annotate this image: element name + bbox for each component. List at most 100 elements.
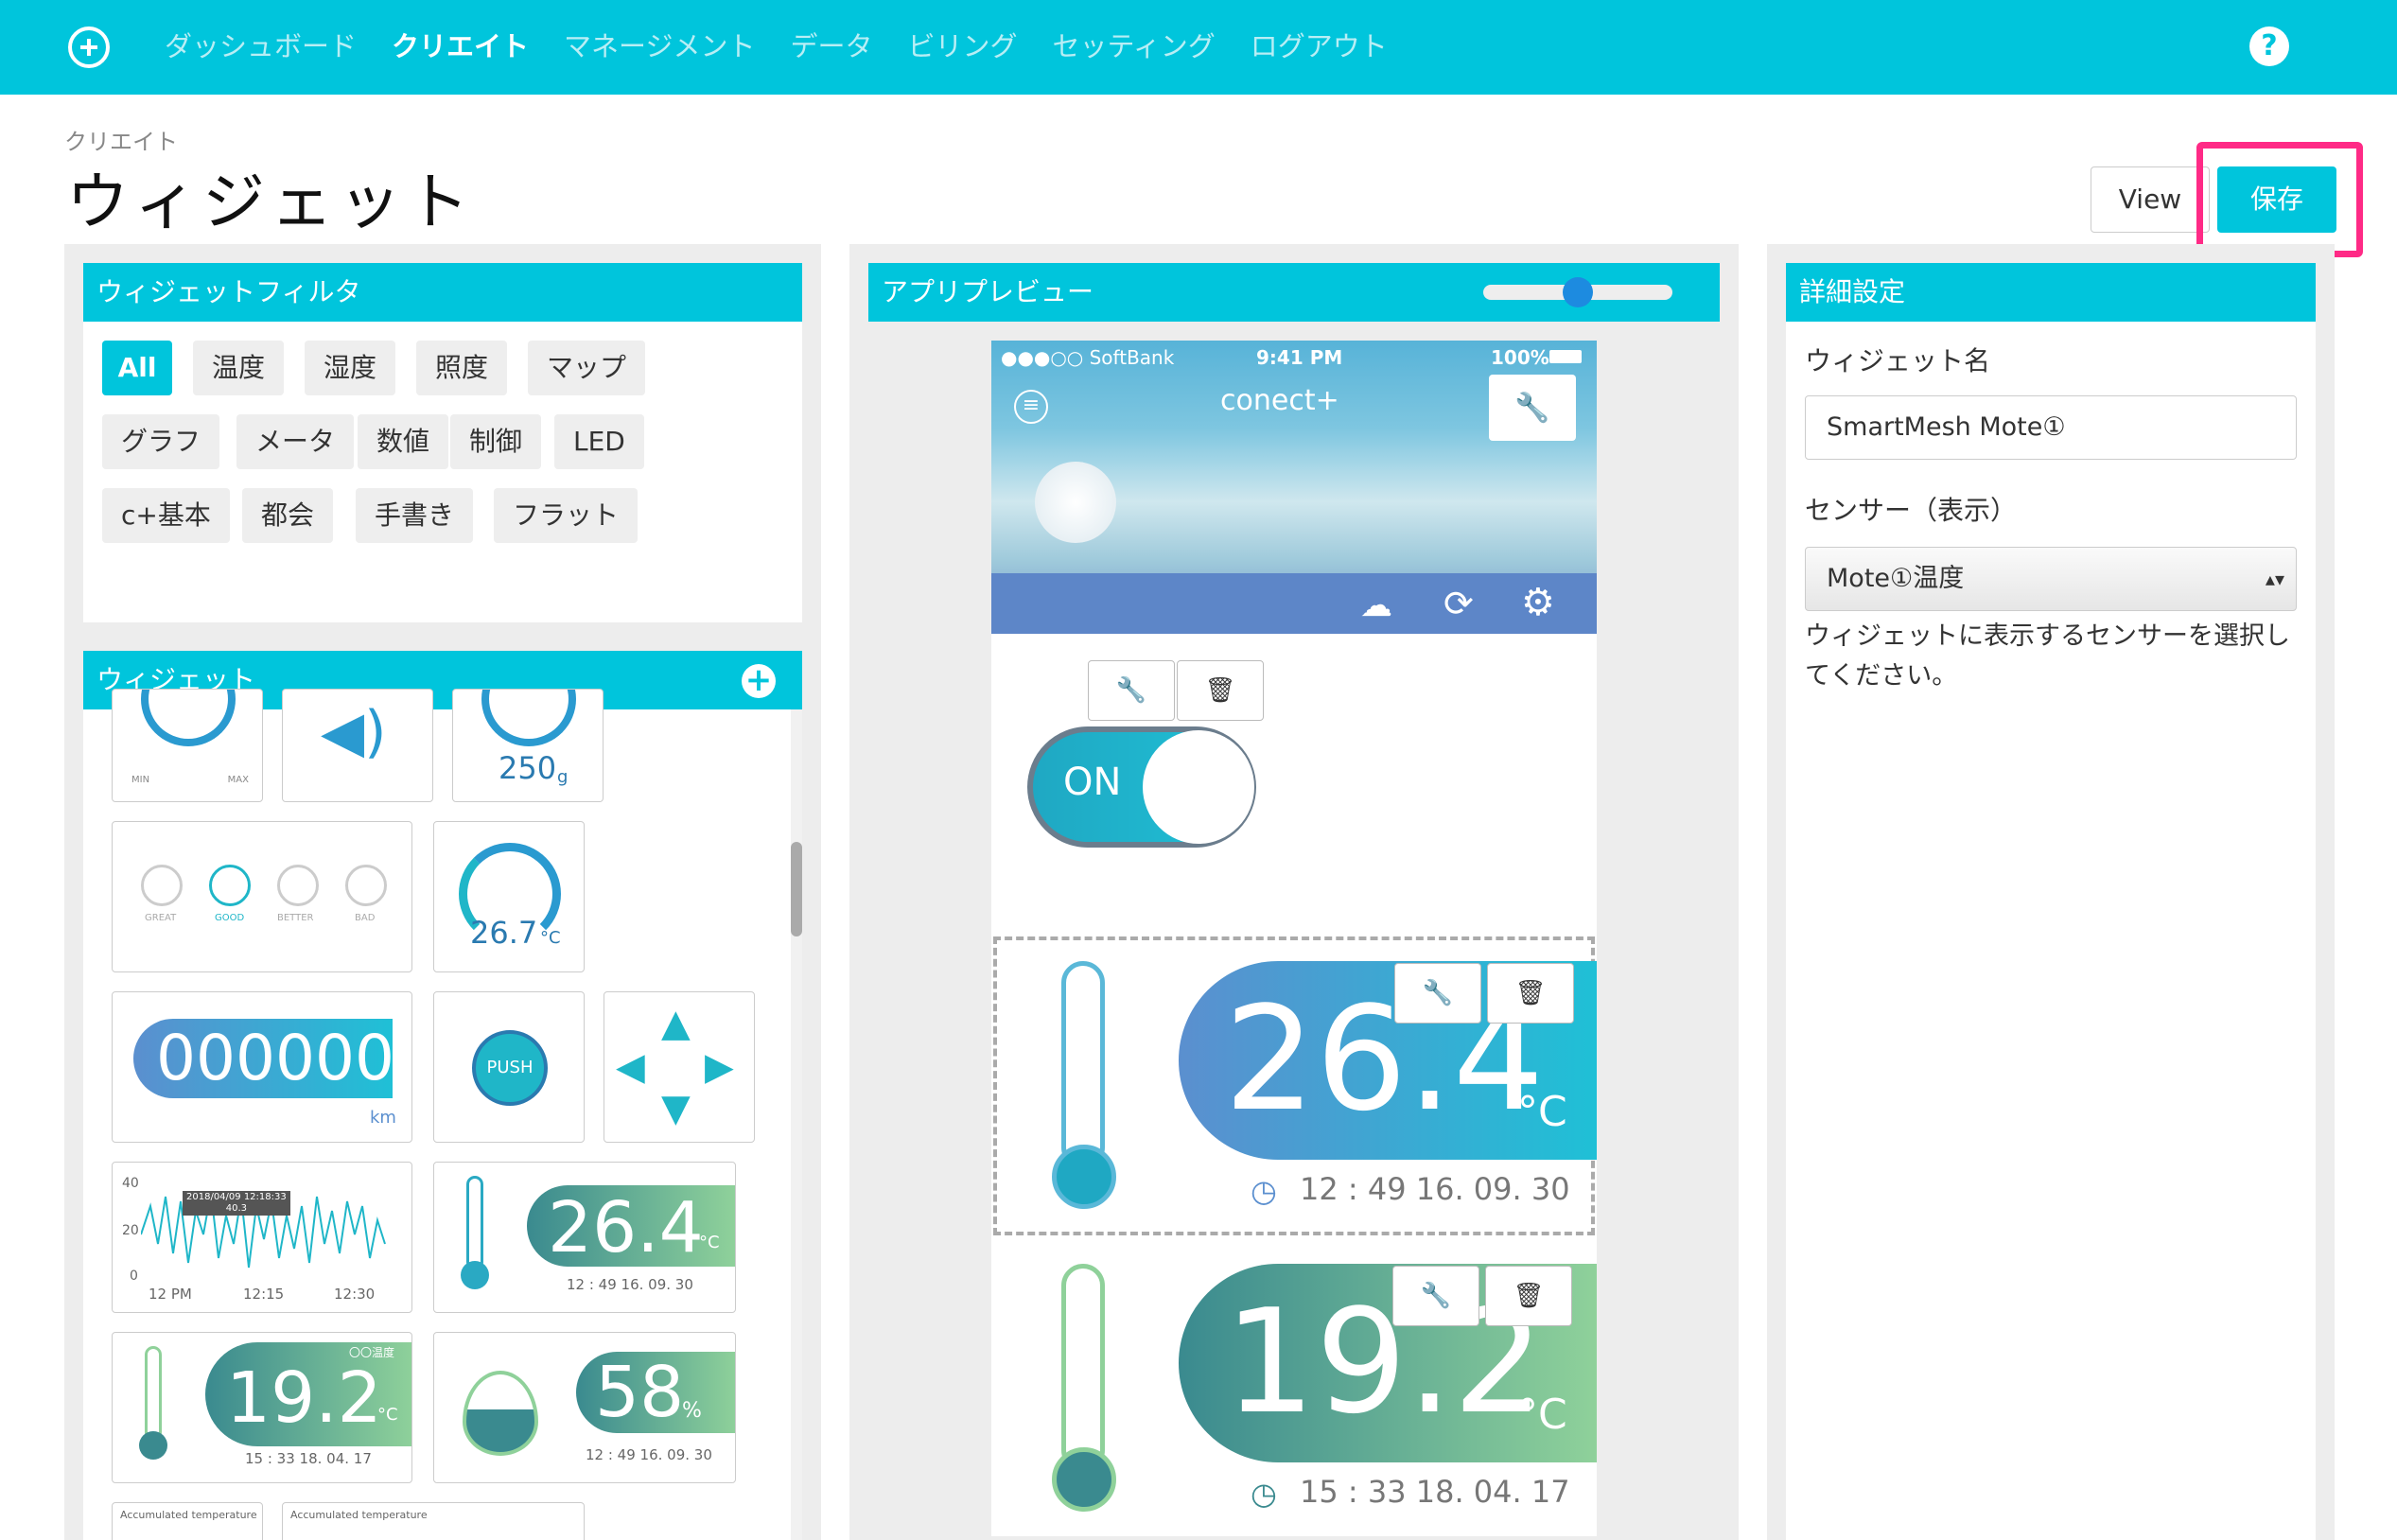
nav-data[interactable]: データ [790, 25, 872, 64]
filter-chip[interactable]: 温度 [193, 341, 285, 395]
header-toolbar [991, 573, 1597, 634]
weight-unit: g [557, 767, 569, 787]
sensor-select-value: Mote①温度 [1827, 564, 1965, 593]
widget-tile-humidity[interactable]: 58 % 12 : 49 16. 09. 30 [433, 1332, 736, 1483]
face-label: GREAT [145, 913, 177, 923]
filter-chip-all[interactable]: All [102, 341, 172, 395]
widget-gallery: ウィジェット + MIN MAX ◀) 250 g GREAT GOOD BET… [83, 651, 802, 1540]
view-button[interactable]: View [2091, 166, 2210, 233]
widget-tile-temp1[interactable]: 26.4 °C 12 : 49 16. 09. 30 [433, 1162, 736, 1313]
trash-icon[interactable]: 🗑 [1485, 1266, 1572, 1326]
widget-tile-counter[interactable]: 000000 km [112, 991, 412, 1143]
filter-chip[interactable]: c+基本 [102, 488, 230, 543]
graph-y-tick: 0 [130, 1269, 138, 1284]
nav-create[interactable]: クリエイト [392, 25, 529, 64]
good-face-icon [209, 865, 251, 906]
widget-tile-temp2[interactable]: 〇〇温度 19.2 °C 15 : 33 18. 04. 17 [112, 1332, 412, 1483]
cloud-upload-icon[interactable]: ☁ [1360, 586, 1392, 624]
wrench-icon[interactable]: 🔧 [1088, 660, 1175, 721]
widget-tile-dpad[interactable]: ▲ ▼ ◀ ▶ [604, 991, 755, 1143]
filter-chip[interactable]: 制御 [450, 414, 542, 469]
help-icon[interactable]: ? [2249, 26, 2289, 66]
trash-icon[interactable]: 🗑 [1177, 660, 1264, 721]
gallery-scrollbar[interactable] [791, 709, 802, 1540]
sensor-select[interactable]: Mote①温度 ▴▾ [1805, 547, 2297, 611]
filter-chip[interactable]: LED [554, 414, 644, 469]
big-temp-time: 15 : 33 18. 04. 17 [1300, 1474, 1570, 1510]
filter-chip[interactable]: 照度 [416, 341, 508, 395]
select-arrows-icon: ▴▾ [2265, 568, 2284, 590]
status-battery: 100% [1491, 346, 1549, 369]
wrench-icon[interactable]: 🔧 [1392, 1266, 1479, 1326]
gallery-scroll-thumb[interactable] [791, 842, 802, 936]
wrench-icon[interactable]: 🔧 [1394, 963, 1481, 1024]
great-face-icon [141, 865, 183, 906]
zoom-slider-thumb[interactable] [1563, 277, 1593, 307]
on-off-toggle[interactable]: ON [1027, 726, 1256, 848]
filter-chip[interactable]: マップ [528, 341, 646, 395]
filter-chip[interactable]: メータ [236, 414, 355, 469]
accumulated-label: Accumulated temperature [120, 1509, 257, 1521]
widget-tile-accumulated[interactable]: Accumulated temperature [112, 1502, 263, 1540]
humidity-unit: % [682, 1399, 702, 1423]
status-carrier: ●●●○○ SoftBank [1001, 346, 1175, 369]
widget-tile-push[interactable]: PUSH [433, 991, 585, 1143]
filter-chip[interactable]: 手書き [356, 488, 474, 543]
graph-y-tick: 20 [122, 1223, 139, 1238]
arrow-down-icon: ▼ [661, 1087, 691, 1130]
widget-tile-faces[interactable]: GREAT GOOD BETTER BAD [112, 821, 412, 972]
preview-header: アプリプレビュー [868, 263, 1720, 322]
temp-time: 12 : 49 16. 09. 30 [567, 1276, 693, 1293]
widget-tile-speaker[interactable]: ◀) [282, 689, 433, 802]
filter-chip[interactable]: 数値 [358, 414, 449, 469]
zoom-slider[interactable] [1483, 277, 1672, 307]
thermometer-icon [466, 1176, 483, 1270]
nav-logout[interactable]: ログアウト [1251, 25, 1388, 64]
gauge-unit: °C [540, 928, 561, 948]
filter-chip[interactable]: 都会 [242, 488, 334, 543]
widget-name-input[interactable]: SmartMesh Mote① [1805, 395, 2297, 460]
save-button[interactable]: 保存 [2217, 166, 2336, 233]
knob-icon [141, 690, 236, 746]
big-temp-unit: °C [1517, 1088, 1567, 1136]
temp-value: 26.4 [548, 1187, 704, 1269]
nav-management[interactable]: マネージメント [564, 25, 755, 64]
widget-tile-accumulated[interactable]: Accumulated temperature [282, 1502, 585, 1540]
filter-panel: ウィジェットフィルタ All 温度 湿度 照度 マップ グラフ メータ 数値 制… [83, 263, 802, 622]
refresh-icon[interactable]: ⟳ [1443, 583, 1474, 624]
nav-settings[interactable]: セッティング [1052, 25, 1215, 64]
filter-chip[interactable]: フラット [494, 488, 639, 543]
filter-chip[interactable]: 湿度 [305, 341, 396, 395]
nav-dashboard[interactable]: ダッシュボード [165, 25, 357, 64]
plus-circle-icon[interactable]: + [742, 664, 776, 698]
toggle-label: ON [1063, 761, 1122, 804]
gear-icon[interactable]: ⚙ [1521, 581, 1555, 624]
graph-y-tick: 40 [122, 1176, 139, 1191]
thermometer-icon [145, 1346, 162, 1441]
graph-tooltip: 2018/04/09 12:18:33 40.3 [183, 1191, 290, 1216]
temp-value: 19.2 [226, 1357, 382, 1439]
counter-value: 000000 [156, 1022, 394, 1094]
gauge-value: 26.7 [470, 915, 538, 951]
widget-tile-graph[interactable]: 40 20 0 2018/04/09 12:18:33 40.3 12 PM 1… [112, 1162, 412, 1313]
widget-tile-weight[interactable]: 250 g [452, 689, 604, 802]
big-temp-time: 12 : 49 16. 09. 30 [1300, 1171, 1570, 1207]
nav-billing[interactable]: ビリング [907, 25, 1017, 64]
page-title: ウィジェット [66, 166, 475, 238]
widget-name-label: ウィジェット名 [1805, 345, 1991, 376]
water-drop-icon [463, 1371, 538, 1456]
settings-header: 詳細設定 [1786, 263, 2316, 322]
counter-unit: km [370, 1108, 396, 1128]
widget-tile-gauge[interactable]: 26.7 °C [433, 821, 585, 972]
widget-tile-knob[interactable]: MIN MAX [112, 689, 263, 802]
logo-icon[interactable] [68, 26, 110, 68]
humidity-value: 58 [595, 1352, 685, 1433]
menu-icon[interactable]: ≡ [1014, 390, 1048, 424]
weight-gauge-icon [481, 690, 576, 746]
temp-unit: °C [377, 1405, 398, 1425]
arrow-left-icon: ◀ [616, 1045, 645, 1089]
wrench-icon[interactable]: 🔧 [1489, 375, 1576, 441]
filter-chip[interactable]: グラフ [102, 414, 220, 469]
top-nav-bar: ダッシュボード クリエイト マネージメント データ ビリング セッティング ログ… [0, 0, 2397, 95]
trash-icon[interactable]: 🗑 [1487, 963, 1574, 1024]
